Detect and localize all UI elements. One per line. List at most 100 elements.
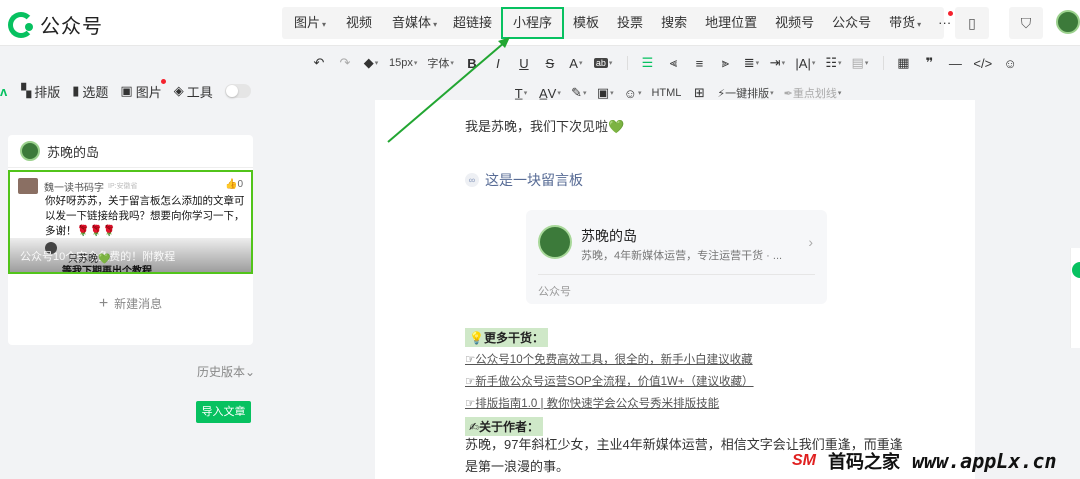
account-card-name: 苏晚的岛 <box>581 228 637 244</box>
message-text: 你好呀苏苏，关于留言板怎么添加的文章可以发一下链接给我吗？想要向你学习一下，多谢… <box>45 195 245 237</box>
document-check-icon[interactable]: ▯ <box>955 7 989 39</box>
background-color-icon[interactable]: ab ▾ <box>591 52 616 74</box>
toggle-switch[interactable] <box>224 84 251 98</box>
clear-format-icon[interactable]: ▤ ▾ <box>849 52 872 74</box>
nav-search[interactable]: 搜索 <box>652 7 696 39</box>
thumbs-up-icon: 👍 <box>224 179 238 190</box>
align-justify-icon[interactable]: ☰ <box>636 52 658 74</box>
account-card-footer: 公众号 <box>538 286 571 298</box>
watermark-url: www.appLx.cn <box>912 449 1057 473</box>
nav-vote[interactable]: 投票 <box>608 7 652 39</box>
table-icon[interactable]: ▦ <box>892 52 914 74</box>
top-bar: 公众号 图片 ▾ 视频 音媒体 ▾ 超链接 小程序 模板 投票 搜索 地理位置 视频… <box>0 0 1080 46</box>
left-tools-bar: ʌ ▚ 排版 ▮ 选题 ▣ 图片 ◈ 工具 <box>0 78 251 102</box>
notification-dot <box>160 78 166 84</box>
plus-icon: + <box>98 295 109 312</box>
list-icon[interactable]: ☷ ▾ <box>822 52 844 74</box>
cube-icon: ◈ <box>173 83 184 98</box>
article-link-2[interactable]: ☞新手做公众号运营SOP全流程，价值1W+（建议收藏） <box>465 373 754 389</box>
nav-location[interactable]: 地理位置 <box>696 7 766 39</box>
align-center-icon[interactable]: ≡ <box>688 52 710 74</box>
format-painter-icon[interactable]: ◆ ▾ <box>360 52 382 74</box>
greeting-text: 我是苏晚，我们下次见啦💚 <box>465 119 625 134</box>
notification-dot <box>948 11 954 16</box>
link-icon: ∞ <box>465 173 479 187</box>
chevron-down-icon: ▾ <box>322 20 327 29</box>
align-left-icon[interactable]: ⫷ <box>662 52 684 74</box>
app-logo[interactable]: 公众号 <box>8 10 103 39</box>
underline-icon[interactable]: U <box>513 52 535 74</box>
nav-video[interactable]: 视频 <box>336 7 382 39</box>
nav-hyperlink[interactable]: 超链接 <box>444 7 501 39</box>
shield-icon[interactable]: ⛉ <box>1009 7 1043 39</box>
commenter-avatar <box>18 178 38 194</box>
like-count[interactable]: 👍0 <box>225 179 243 190</box>
letter-spacing-icon[interactable]: |A| ▾ <box>792 52 818 74</box>
chevron-right-icon: › <box>808 234 813 250</box>
message-board-link[interactable]: ∞ 这是一块留言板 <box>465 170 583 190</box>
media-nav: 图片 ▾ 视频 音媒体 ▾ <box>282 0 450 46</box>
commenter-location: IP:安徽省 <box>108 183 138 190</box>
font-color-icon[interactable]: A ▾ <box>565 52 587 74</box>
account-card-desc: 苏晚，4年新媒体运营，专注运营干货 · ... <box>581 250 783 262</box>
article-link-1[interactable]: ☞公众号10个免费高效工具，很全的，新手小白建议收藏 <box>465 351 753 367</box>
watermark-site-name: 首码之家 <box>828 452 900 473</box>
indent-icon[interactable]: ⇥ ▾ <box>766 52 788 74</box>
tool-topic[interactable]: ▮ 选题 <box>72 82 108 101</box>
watermark-logo: SM <box>792 452 816 469</box>
nav-mini-program[interactable]: 小程序 <box>501 7 565 39</box>
layout-icon: ▚ <box>21 83 32 98</box>
tool-image[interactable]: ▣ 图片 <box>120 78 166 101</box>
chevron-down-icon: ▾ <box>433 20 438 29</box>
nav-shopping[interactable]: 带货 ▾ <box>880 7 930 39</box>
left-panel: 苏晚的岛 魏一读书码字 IP:安徽省 👍0 你好呀苏苏，关于留言板怎么添加的文章… <box>8 135 253 345</box>
align-right-icon[interactable]: ⫸ <box>714 52 736 74</box>
wechat-logo-icon <box>8 11 34 38</box>
reply-text: 等我下期再出个教程 <box>62 266 152 274</box>
account-card[interactable]: 苏晚的岛 苏晚，4年新媒体运营，专注运营干货 · ... › 公众号 <box>526 210 827 304</box>
insert-nav: 超链接 小程序 模板 投票 搜索 地理位置 视频号 公众号 带货 ▾ ··· <box>444 0 954 46</box>
import-article-button[interactable]: 导入文章 <box>196 401 251 423</box>
bookmark-icon: ▮ <box>72 83 80 98</box>
account-card-avatar <box>538 225 572 259</box>
font-size-select[interactable]: 15px ▾ <box>386 52 420 74</box>
card-divider <box>538 274 815 275</box>
article-link-3[interactable]: ☞排版指南1.0 | 教你快速学会公众号秀米排版技能 <box>465 395 719 411</box>
line-height-icon[interactable]: ≣ ▾ <box>740 52 762 74</box>
nav-channels[interactable]: 视频号 <box>766 7 823 39</box>
user-avatar[interactable] <box>1056 10 1080 34</box>
nav-template[interactable]: 模板 <box>564 7 608 39</box>
chevron-down-icon: ⌄ <box>245 365 256 379</box>
strikethrough-icon[interactable]: S <box>539 52 561 74</box>
editor-area[interactable]: 我是苏晚，我们下次见啦💚 ∞ 这是一块留言板 苏晚的岛 苏晚，4年新媒体运营，专… <box>375 100 975 479</box>
new-message-button[interactable]: + 新建消息 <box>8 295 253 313</box>
message-header: 魏一读书码字 IP:安徽省 <box>18 178 138 194</box>
right-icons: ▯ ⛉ <box>955 0 1043 46</box>
tool-tools[interactable]: ◈ 工具 <box>174 82 213 101</box>
code-icon[interactable]: </> <box>970 52 995 74</box>
font-family-select[interactable]: 字体 ▾ <box>424 52 457 74</box>
nav-audio[interactable]: 音媒体 ▾ <box>382 7 447 39</box>
italic-icon[interactable]: I <box>487 52 509 74</box>
account-name: 苏晚的岛 <box>47 144 100 160</box>
toolbar-divider <box>883 56 885 70</box>
nav-image[interactable]: 图片 ▾ <box>284 7 336 39</box>
more-section-title: 💡更多干货： <box>465 328 548 347</box>
app-title: 公众号 <box>40 16 103 38</box>
undo-icon[interactable]: ↶ <box>308 52 330 74</box>
tool-layout[interactable]: ▚ 排版 <box>21 82 60 101</box>
image-icon: ▣ <box>120 83 133 98</box>
message-card[interactable]: 魏一读书码字 IP:安徽省 👍0 你好呀苏苏，关于留言板怎么添加的文章可以发一下… <box>8 170 253 274</box>
format-toolbar-row-1: ↶ ↷ ◆ ▾ 15px ▾ 字体 ▾ B I U S A ▾ ab ▾ ☰ ⫷ ≡ ⫸ … <box>308 52 1025 74</box>
divider-line-icon[interactable]: — <box>944 52 966 74</box>
quote-icon[interactable]: ❞ <box>918 52 940 74</box>
watermark: SM 首码之家 www.appLx.cn <box>792 448 1057 474</box>
bold-icon[interactable]: B <box>461 52 483 74</box>
history-version-button[interactable]: 历史版本⌄ <box>197 363 255 380</box>
emoji-icon[interactable]: ☺ <box>999 52 1021 74</box>
account-avatar <box>20 141 40 161</box>
account-header: 苏晚的岛 <box>8 135 253 168</box>
toolbar-divider <box>627 56 629 70</box>
nav-official-account[interactable]: 公众号 <box>823 7 880 39</box>
redo-icon[interactable]: ↷ <box>334 52 356 74</box>
